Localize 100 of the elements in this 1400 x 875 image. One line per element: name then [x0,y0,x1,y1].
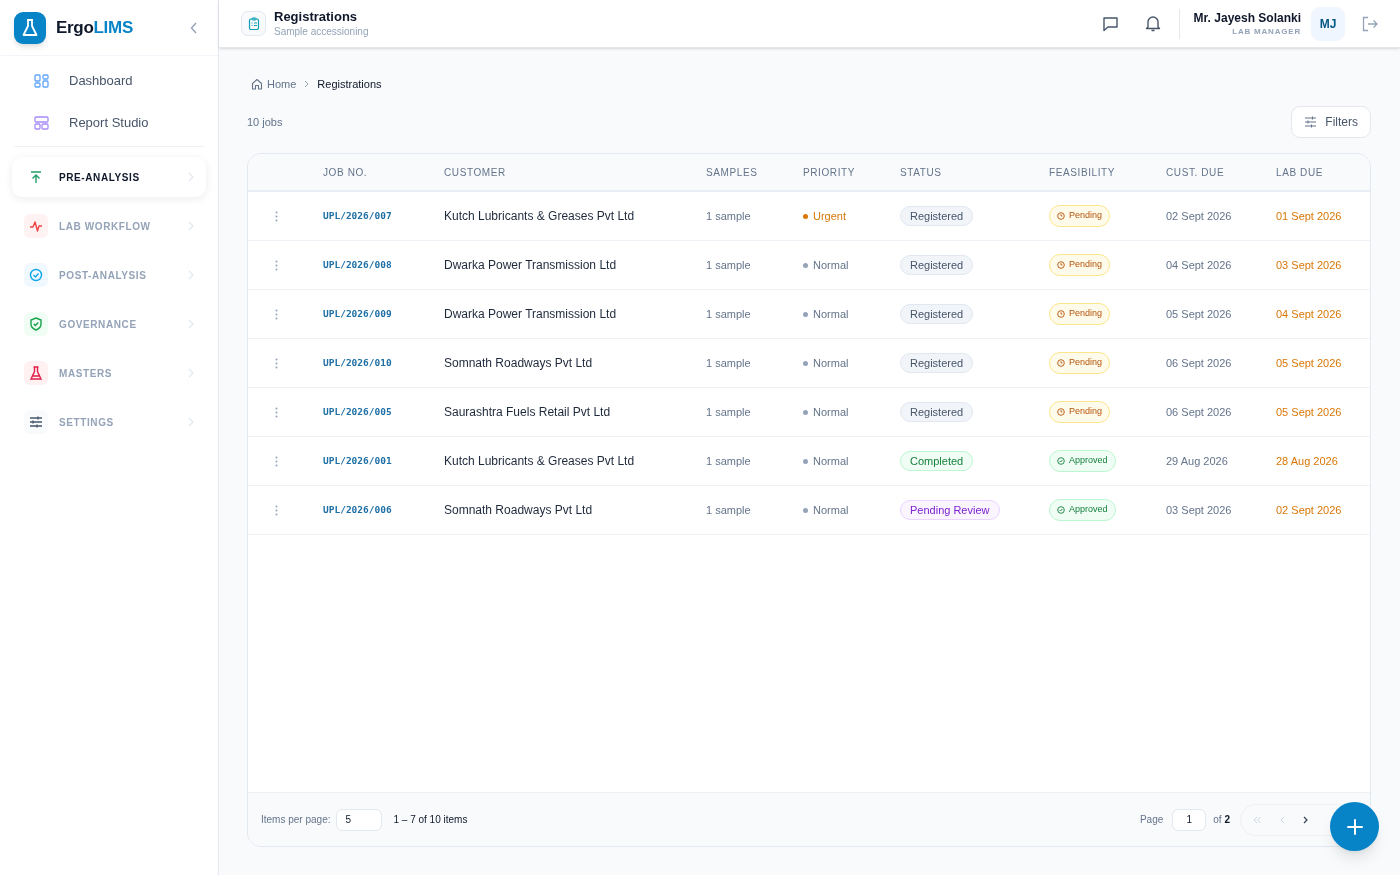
feasibility-badge: Pending [1049,352,1111,374]
breadcrumb-link[interactable]: Home [251,75,297,93]
row-menu-button[interactable] [273,455,280,467]
bell-icon [1144,15,1161,32]
column-header: SAMPLES [706,165,759,180]
item-range: 1 – 7 of 10 items [393,813,468,827]
customer-due-date: 04 Sept 2026 [1166,257,1233,273]
plus-icon [1345,817,1364,836]
customer-name: Somnath Roadways Pvt Ltd [444,355,594,372]
row-menu-button[interactable] [273,504,280,516]
add-button[interactable] [1330,802,1379,851]
first-page-button[interactable] [1253,815,1262,824]
chevron-right-icon [188,221,194,231]
feasibility-badge: Approved [1049,499,1116,521]
job-number-link[interactable]: UPL/2026/005 [323,404,392,420]
customer-due-date: 29 Aug 2026 [1166,453,1229,469]
feasibility-badge: Approved [1049,450,1116,472]
customer-name: Dwarka Power Transmission Ltd [444,257,618,274]
row-menu-button[interactable] [273,259,280,271]
page-field[interactable]: 1 [1172,808,1207,831]
priority-label: Urgent [813,208,847,224]
job-number-link[interactable]: UPL/2026/010 [323,355,392,371]
page-total: of 2 [1213,813,1230,827]
lab-due-date: 03 Sept 2026 [1276,257,1343,273]
check-circle-icon [29,268,43,282]
column-header: CUSTOMER [444,165,507,180]
row-menu-button[interactable] [273,308,280,320]
job-number-link[interactable]: UPL/2026/001 [323,453,392,469]
nav-link[interactable]: Dashboard [34,68,184,94]
more-vertical-icon [275,357,278,369]
page-subtitle: Sample accessioning [274,25,369,39]
more-vertical-icon [275,406,278,418]
page-label: Page [1139,813,1164,827]
filters-button[interactable]: Filters [1291,106,1371,138]
chevron-left-icon [190,21,198,34]
clock-icon [1057,359,1065,367]
status-badge: Registered [900,304,974,324]
row-menu-button[interactable] [273,357,280,369]
sample-count: 1 sample [706,208,752,224]
priority-label: Normal [813,404,849,420]
status-badge: Registered [900,353,974,373]
more-vertical-icon [275,504,278,516]
layout-icon [34,116,49,130]
priority-label: Normal [813,306,849,322]
check-circle-icon [1057,506,1065,514]
chevron-right-icon [188,172,194,182]
job-number-link[interactable]: UPL/2026/008 [323,257,392,273]
check-circle-icon [1057,457,1065,465]
nav-section[interactable]: PRE-ANALYSIS [12,157,206,197]
sample-count: 1 sample [706,306,752,322]
priority-label: Normal [813,502,849,518]
lab-due-date: 05 Sept 2026 [1276,355,1343,371]
sample-count: 1 sample [706,404,752,420]
chat-icon [1101,15,1119,32]
chevron-right-icon [188,417,194,427]
column-header: JOB NO. [323,165,369,180]
feasibility-badge: Pending [1049,254,1111,276]
customer-name: Saurashtra Fuels Retail Pvt Ltd [444,404,612,421]
logout-button[interactable] [1361,15,1378,32]
column-header: LAB DUE [1276,165,1324,180]
nav-link[interactable]: Report Studio [34,110,184,136]
chevron-right-icon [188,319,194,329]
collapse-button[interactable] [190,21,198,34]
customer-due-date: 02 Sept 2026 [1166,208,1233,224]
chevron-right-icon [1303,815,1308,824]
sliders-icon [1304,116,1318,128]
status-badge: Pending Review [900,500,1000,520]
status-badge: Registered [900,206,974,226]
customer-name: Kutch Lubricants & Greases Pvt Ltd [444,453,636,470]
lab-due-date: 05 Sept 2026 [1276,404,1343,420]
column-header: PRIORITY [803,165,857,180]
clock-icon [1057,261,1065,269]
clipboard-icon [247,17,260,30]
items-per-page-label: Items per page: [261,813,331,827]
sample-count: 1 sample [706,355,752,371]
clock-icon [1057,408,1065,416]
items-per-page-field[interactable]: 5 [336,808,383,831]
column-header: FEASIBILITY [1049,165,1117,180]
clock-icon [1057,212,1065,220]
column-header: STATUS [900,165,943,180]
chevron-right-icon [188,270,194,280]
previous-page-button[interactable] [1280,815,1285,824]
feasibility-badge: Pending [1049,303,1111,325]
chat-button[interactable] [1101,15,1119,32]
next-page-button[interactable] [1303,815,1308,824]
user-avatar: MJ [1311,6,1345,41]
column-header: CUST. DUE [1166,165,1226,180]
job-number-link[interactable]: UPL/2026/007 [323,208,392,224]
priority-label: Normal [813,257,849,273]
feasibility-badge: Pending [1049,205,1111,227]
job-number-link[interactable]: UPL/2026/009 [323,306,392,322]
flask-icon [29,366,43,380]
job-count: 10 jobs [247,114,283,130]
notifications-button[interactable] [1144,15,1161,32]
row-menu-button[interactable] [273,406,280,418]
logout-icon [1361,15,1378,32]
job-number-link[interactable]: UPL/2026/006 [323,502,392,518]
brand-name: ErgoLIMS [56,16,133,39]
row-menu-button[interactable] [273,210,280,222]
shield-icon [29,317,43,331]
